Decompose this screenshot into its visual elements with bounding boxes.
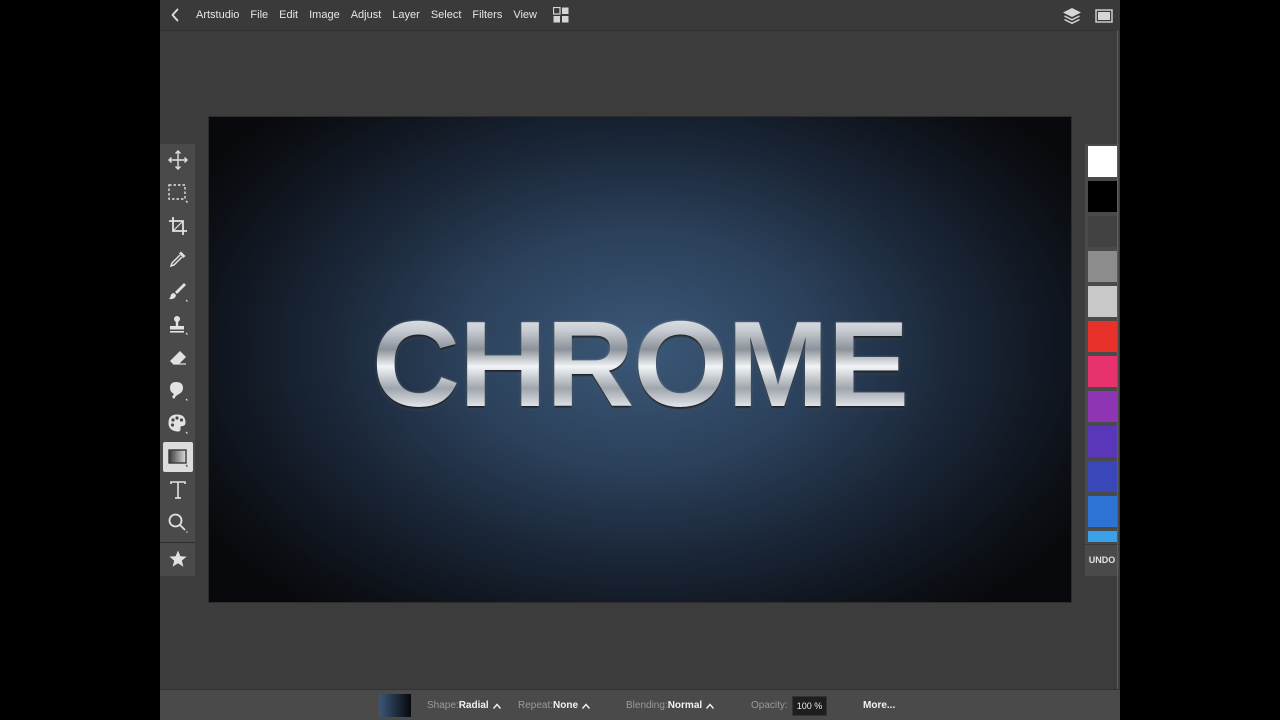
eraser-tool[interactable] [163, 343, 193, 373]
text-icon [170, 481, 186, 499]
gradient-icon [168, 449, 188, 467]
crop-tool[interactable] [163, 211, 193, 241]
swatch-white[interactable] [1088, 146, 1117, 177]
grid-icon [553, 7, 569, 23]
selection-tool[interactable] [163, 178, 193, 208]
blending-value: Normal [667, 700, 703, 711]
crop-icon [169, 217, 187, 235]
favorites-tool[interactable] [163, 544, 193, 574]
opacity-label: Opacity: [751, 700, 788, 711]
smudge-tool[interactable] [163, 376, 193, 406]
chevron-up-icon [492, 702, 501, 709]
layers-icon [1063, 7, 1081, 24]
color-tool[interactable] [163, 409, 193, 439]
text-tool[interactable] [163, 475, 193, 505]
color-palette: UNDO [1085, 144, 1119, 576]
fullscreen-icon [1095, 8, 1113, 23]
brush-tool[interactable] [163, 277, 193, 307]
right-edge-line [1117, 30, 1118, 690]
swatch-violet[interactable] [1088, 426, 1117, 457]
menu-edit[interactable]: Edit [279, 9, 298, 21]
artstudio-app: Artstudio File Edit Image Adjust Layer S… [160, 0, 1120, 720]
blending-option[interactable]: Blending: Normal [626, 690, 715, 720]
swatch-light-blue[interactable] [1088, 531, 1117, 542]
palette-icon [168, 414, 188, 434]
zoom-tool[interactable] [163, 508, 193, 538]
menu-adjust[interactable]: Adjust [351, 9, 382, 21]
shape-option[interactable]: Shape: Radial [427, 690, 502, 720]
gradient-tool[interactable] [163, 442, 193, 472]
toolbar-separator [160, 542, 195, 543]
menu-filters[interactable]: Filters [472, 9, 502, 21]
menubar-right [1056, 0, 1120, 31]
swatch-indigo[interactable] [1088, 461, 1117, 492]
chrome-text-layer: CHROME [209, 303, 1071, 425]
grid-button[interactable] [552, 6, 570, 24]
blending-label: Blending: [626, 700, 668, 711]
fullscreen-button[interactable] [1088, 0, 1120, 31]
menu-bar: Artstudio File Edit Image Adjust Layer S… [160, 0, 1120, 31]
eraser-icon [170, 351, 186, 365]
move-tool[interactable] [163, 145, 193, 175]
stamp-icon [170, 316, 188, 335]
swatch-light-gray[interactable] [1088, 286, 1117, 317]
swatch-dark-gray[interactable] [1088, 216, 1117, 247]
smudge-icon [170, 382, 188, 401]
gradient-options-bar: Shape: Radial Repeat: None Blending: Nor… [160, 689, 1120, 720]
repeat-value: None [553, 700, 579, 711]
menu-app-name[interactable]: Artstudio [196, 9, 239, 21]
swatch-gray[interactable] [1088, 251, 1117, 282]
image-canvas[interactable]: CHROME [209, 117, 1071, 602]
more-button[interactable]: More... [863, 690, 895, 720]
zoom-icon [168, 513, 188, 533]
menu-select[interactable]: Select [431, 9, 462, 21]
layers-button[interactable] [1056, 0, 1088, 31]
eyedropper-icon [169, 251, 186, 268]
swatch-pink[interactable] [1088, 356, 1117, 387]
swatch-purple[interactable] [1088, 391, 1117, 422]
swatch-red[interactable] [1088, 321, 1117, 352]
back-icon [171, 8, 179, 22]
swatch-black[interactable] [1088, 181, 1117, 212]
shape-label: Shape: [427, 700, 459, 711]
eyedropper-tool[interactable] [163, 244, 193, 274]
shape-value: Radial [458, 700, 489, 711]
menu-items: Artstudio File Edit Image Adjust Layer S… [190, 6, 570, 24]
back-button[interactable] [160, 0, 190, 31]
stamp-tool[interactable] [163, 310, 193, 340]
opacity-field[interactable]: 100 % [791, 695, 828, 716]
more-label: More... [863, 700, 896, 711]
tool-bar [160, 144, 195, 576]
star-icon [169, 550, 187, 567]
brush-icon [169, 283, 188, 302]
opacity-option: Opacity: 100 % [751, 690, 828, 720]
gradient-preview[interactable] [379, 694, 411, 717]
undo-button[interactable]: UNDO [1085, 544, 1119, 574]
chevron-up-icon [706, 702, 715, 709]
repeat-label: Repeat: [518, 700, 554, 711]
marquee-icon [168, 184, 188, 203]
menu-image[interactable]: Image [309, 9, 340, 21]
menu-layer[interactable]: Layer [392, 9, 420, 21]
repeat-option[interactable]: Repeat: None [518, 690, 591, 720]
menu-file[interactable]: File [250, 9, 268, 21]
move-icon [168, 150, 188, 170]
chevron-up-icon [582, 702, 591, 709]
menu-view[interactable]: View [513, 9, 537, 21]
swatch-blue[interactable] [1088, 496, 1117, 527]
